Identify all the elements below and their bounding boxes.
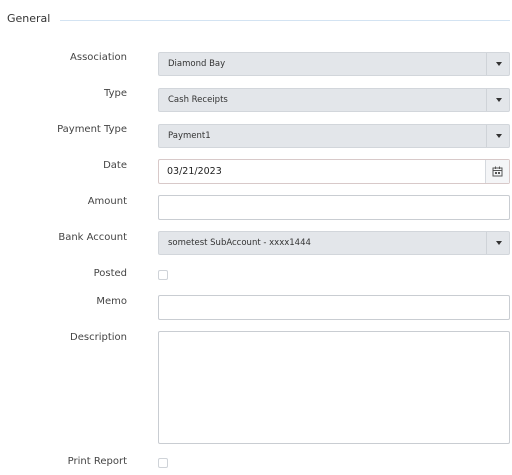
payment-type-select[interactable]: Payment1: [158, 124, 510, 148]
section-title: General: [7, 12, 51, 25]
chevron-down-icon[interactable]: [496, 241, 502, 245]
print-report-label: Print Report: [67, 456, 127, 467]
payment-type-value: Payment1: [168, 131, 211, 141]
select-separator: [486, 89, 487, 111]
chevron-down-icon[interactable]: [496, 62, 502, 66]
select-separator: [486, 232, 487, 254]
amount-input[interactable]: [158, 195, 510, 220]
select-separator: [486, 125, 487, 147]
section-divider: [60, 20, 510, 21]
bank-account-label: Bank Account: [58, 232, 127, 243]
association-label: Association: [70, 52, 127, 63]
section-header: General: [0, 0, 512, 40]
date-value: 03/21/2023: [167, 166, 222, 177]
date-input[interactable]: 03/21/2023: [158, 159, 510, 184]
select-separator: [486, 53, 487, 75]
description-textarea[interactable]: [158, 331, 510, 444]
type-value: Cash Receipts: [168, 95, 228, 105]
description-label: Description: [70, 332, 127, 343]
type-select[interactable]: Cash Receipts: [158, 88, 510, 112]
posted-label: Posted: [93, 268, 127, 279]
calendar-icon[interactable]: [492, 166, 503, 177]
association-value: Diamond Bay: [168, 59, 226, 69]
association-select[interactable]: Diamond Bay: [158, 52, 510, 76]
amount-label: Amount: [87, 196, 127, 207]
bank-account-select[interactable]: sometest SubAccount - xxxx1444: [158, 231, 510, 255]
calendar-button[interactable]: [485, 160, 509, 183]
print-report-checkbox[interactable]: [158, 458, 168, 468]
memo-input[interactable]: [158, 295, 510, 320]
chevron-down-icon[interactable]: [496, 98, 502, 102]
date-label: Date: [103, 160, 127, 171]
payment-type-label: Payment Type: [57, 124, 127, 135]
bank-account-value: sometest SubAccount - xxxx1444: [168, 238, 311, 248]
type-label: Type: [104, 88, 127, 99]
memo-label: Memo: [96, 296, 127, 307]
chevron-down-icon[interactable]: [496, 134, 502, 138]
posted-checkbox[interactable]: [158, 270, 168, 280]
